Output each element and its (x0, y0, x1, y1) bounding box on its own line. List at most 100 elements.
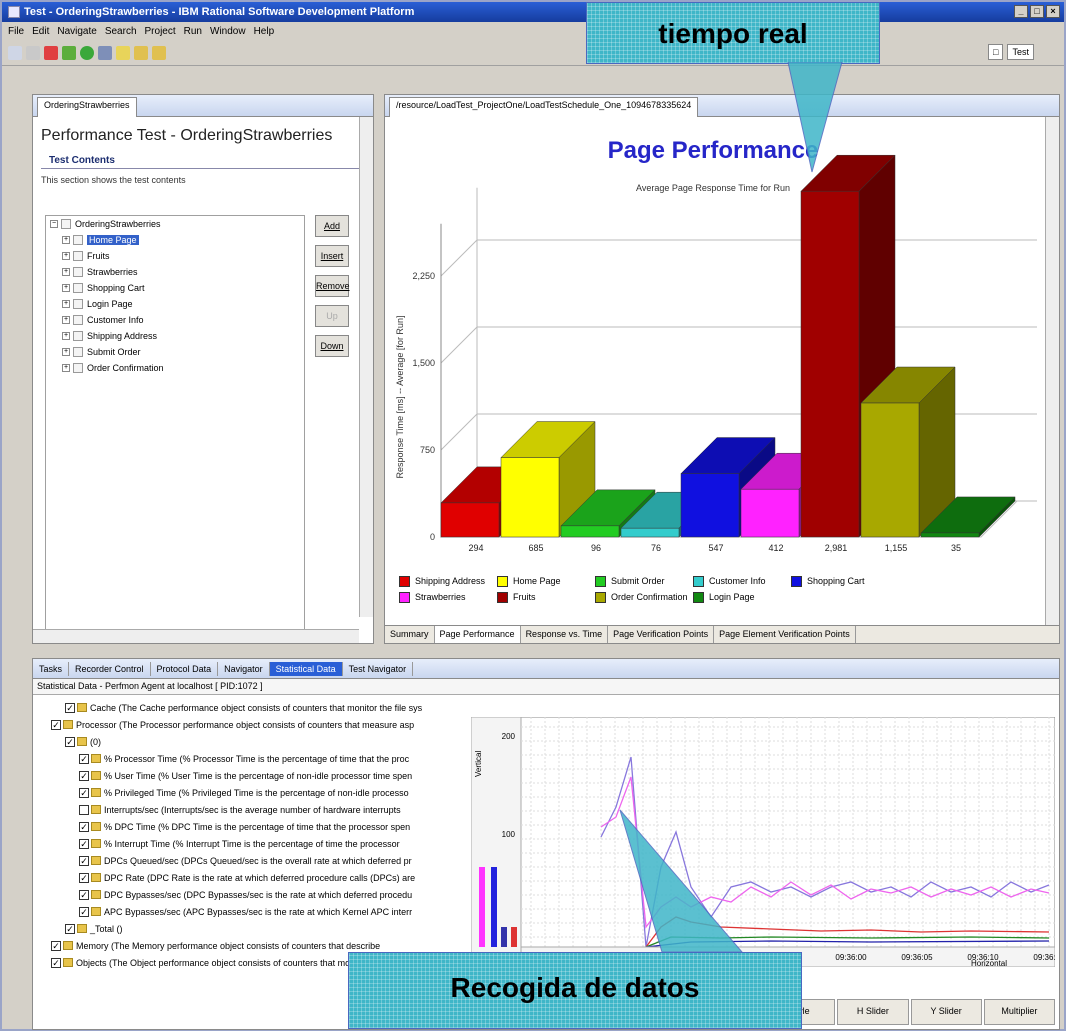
tab-tasks[interactable]: Tasks (33, 661, 70, 676)
counter-checkbox[interactable]: ✓ (79, 855, 89, 866)
tab-navigator[interactable]: Navigator (218, 661, 270, 676)
counter-row[interactable]: ✓ % Privileged Time (% Privileged Time is… (35, 784, 465, 801)
new-icon[interactable] (8, 45, 22, 60)
counter-checkbox[interactable]: ✓ (65, 702, 75, 713)
save-icon[interactable] (26, 45, 40, 60)
counter-row[interactable]: ✓ % Interrupt Time (% Interrupt Time is t… (35, 835, 465, 852)
tree-item[interactable]: + Shipping Address (46, 328, 304, 344)
counter-checkbox[interactable]: ✓ (79, 838, 89, 849)
counter-checkbox[interactable]: ✓ (51, 957, 61, 968)
insert-button[interactable]: Insert (315, 245, 349, 267)
minimize-button[interactable]: _ (1014, 5, 1028, 18)
tab-page-element-verification-points[interactable]: Page Element Verification Points (714, 626, 856, 643)
menu-window[interactable]: Window (210, 26, 246, 37)
expand-icon[interactable]: + (62, 364, 70, 372)
tree-item[interactable]: + Home Page (46, 232, 304, 248)
down-button[interactable]: Down (315, 335, 349, 357)
counter-checkbox[interactable]: ✓ (51, 940, 61, 951)
counter-row[interactable]: ✓ % Processor Time (% Processor Time is t… (35, 750, 465, 767)
menu-navigate[interactable]: Navigate (57, 26, 96, 37)
horizontal-scrollbar[interactable] (33, 629, 359, 643)
counter-row[interactable]: ✓ % DPC Time (% DPC Time is the percentag… (35, 818, 465, 835)
counter-checkbox[interactable]: ✓ (79, 753, 89, 764)
tree-item[interactable]: + Login Page (46, 296, 304, 312)
tree-item[interactable]: + Customer Info (46, 312, 304, 328)
tree-item[interactable]: + Fruits (46, 248, 304, 264)
perspective-test[interactable]: Test (1007, 44, 1034, 60)
up-button[interactable]: Up (315, 305, 349, 327)
counter-row[interactable]: ✓ (0) (35, 733, 465, 750)
tab-recorder-control[interactable]: Recorder Control (69, 661, 151, 676)
remove-button[interactable]: Remove (315, 275, 350, 297)
counter-checkbox[interactable]: ✓ (79, 872, 89, 883)
counter-row[interactable]: ✓ % User Time (% User Time is the percent… (35, 767, 465, 784)
counter-row[interactable]: ✓ APC Bypasses/sec (APC Bypasses/sec is t… (35, 903, 465, 920)
expand-icon[interactable]: + (62, 268, 70, 276)
counter-row[interactable]: ✓ DPC Rate (DPC Rate is the rate at which… (35, 869, 465, 886)
run-icon[interactable] (80, 45, 94, 60)
legend-label: Login Page (709, 592, 755, 602)
tab-summary[interactable]: Summary (385, 626, 435, 643)
counter-label: % Privileged Time (% Privileged Time is … (104, 787, 409, 798)
counter-row[interactable]: ✓ DPC Bypasses/sec (DPC Bypasses/sec is t… (35, 886, 465, 903)
graph-footer-y-slider[interactable]: Y Slider (910, 999, 982, 1025)
tab-protocol-data[interactable]: Protocol Data (151, 661, 219, 676)
folder-icon (77, 737, 87, 746)
tree-item[interactable]: + Submit Order (46, 344, 304, 360)
debug-icon[interactable] (62, 45, 76, 60)
counter-checkbox[interactable]: ✓ (79, 770, 89, 781)
folder-icon[interactable] (116, 45, 130, 60)
close-button[interactable]: × (1046, 5, 1060, 18)
expand-icon[interactable]: + (62, 236, 70, 244)
counter-row[interactable]: ✓ DPCs Queued/sec (DPCs Queued/sec is the… (35, 852, 465, 869)
tab-test-navigator[interactable]: Test Navigator (343, 661, 414, 676)
menu-help[interactable]: Help (254, 26, 275, 37)
counter-checkbox[interactable]: ✓ (79, 787, 89, 798)
expand-icon[interactable]: + (62, 316, 70, 324)
open-perspective-button[interactable]: □ (988, 44, 1004, 60)
menu-run[interactable]: Run (184, 26, 202, 37)
editor-tab-orderingstrawberries[interactable]: OrderingStrawberries (37, 96, 137, 117)
menu-project[interactable]: Project (145, 26, 176, 37)
tab-page-performance[interactable]: Page Performance (434, 626, 521, 643)
tree-item[interactable]: + Shopping Cart (46, 280, 304, 296)
maximize-button[interactable]: □ (1030, 5, 1044, 18)
graph-footer-multiplier[interactable]: Multiplier (983, 999, 1055, 1025)
tree-item[interactable]: + Strawberries (46, 264, 304, 280)
tree-item[interactable]: + Order Confirmation (46, 360, 304, 376)
expand-icon[interactable]: + (62, 348, 70, 356)
counter-checkbox[interactable]: ✓ (79, 906, 89, 917)
counter-checkbox[interactable]: ✓ (79, 889, 89, 900)
collapse-icon[interactable]: − (50, 220, 58, 228)
counter-row[interactable]: Interrupts/sec (Interrupts/sec is the av… (35, 801, 465, 818)
expand-icon[interactable]: + (62, 332, 70, 340)
expand-icon[interactable]: + (62, 252, 70, 260)
menu-edit[interactable]: Edit (32, 26, 49, 37)
counter-checkbox[interactable] (79, 804, 89, 815)
counter-row[interactable]: ✓ _Total () (35, 920, 465, 937)
counter-row[interactable]: ✓ Processor (The Processor performance ob… (35, 716, 465, 733)
tab-statistical-data[interactable]: Statistical Data (269, 661, 343, 676)
menu-file[interactable]: File (8, 26, 24, 37)
record-icon[interactable] (44, 45, 58, 60)
tools-icon[interactable] (98, 45, 112, 60)
forward-icon[interactable] (152, 45, 166, 60)
vertical-scrollbar[interactable] (1045, 117, 1059, 627)
counter-row[interactable]: ✓ Cache (The Cache performance object con… (35, 699, 465, 716)
counter-checkbox[interactable]: ✓ (65, 736, 75, 747)
counter-checkbox[interactable]: ✓ (65, 923, 75, 934)
expand-icon[interactable]: + (62, 284, 70, 292)
graph-footer-h-slider[interactable]: H Slider (837, 999, 909, 1025)
back-icon[interactable] (134, 45, 148, 60)
tree-root[interactable]: − OrderingStrawberries (46, 216, 304, 232)
menu-search[interactable]: Search (105, 26, 137, 37)
counter-checkbox[interactable]: ✓ (79, 821, 89, 832)
vertical-scrollbar[interactable] (359, 117, 373, 617)
legend-swatch (595, 591, 606, 603)
add-button[interactable]: Add (315, 215, 349, 237)
counter-checkbox[interactable]: ✓ (51, 719, 61, 730)
expand-icon[interactable]: + (62, 300, 70, 308)
tab-response-vs-time[interactable]: Response vs. Time (521, 626, 609, 643)
tab-page-verification-points[interactable]: Page Verification Points (608, 626, 715, 643)
report-tab[interactable]: /resource/LoadTest_ProjectOne/LoadTestSc… (389, 96, 699, 117)
